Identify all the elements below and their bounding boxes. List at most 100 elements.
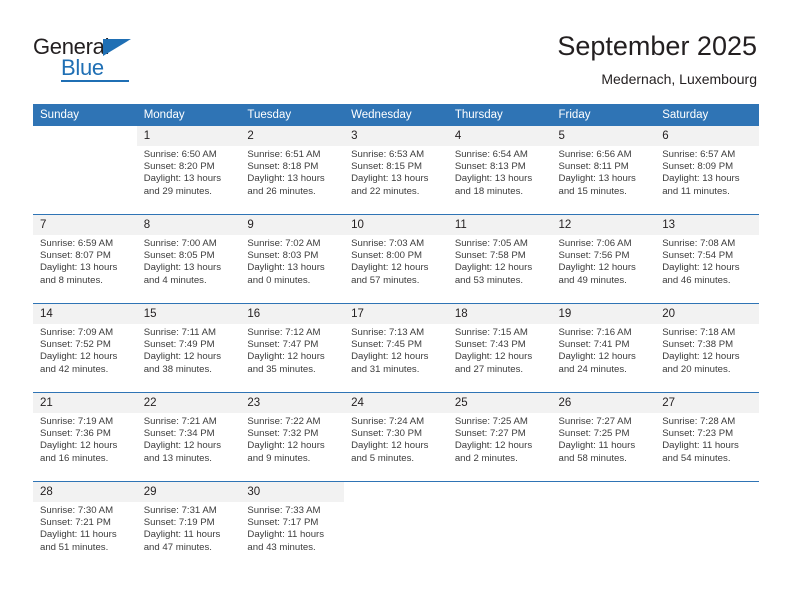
logo-underline	[61, 80, 129, 82]
day-number: 1	[136, 126, 241, 146]
day-number: 6	[655, 126, 759, 146]
sunset-time: Sunset: 7:27 PM	[454, 428, 526, 440]
calendar-day-cell-empty	[33, 126, 137, 214]
sunset-time: Sunset: 8:03 PM	[247, 250, 319, 262]
day-number: 12	[551, 215, 656, 235]
calendar-day-cell[interactable]: 15 Sunrise: 7:11 AM Sunset: 7:49 PM Dayligh…	[136, 304, 241, 392]
sunrise-time: Sunrise: 7:08 AM	[662, 238, 736, 249]
sunrise-time: Sunrise: 6:54 AM	[454, 149, 528, 160]
daylight-duration-line1: Daylight: 11 hours	[40, 529, 117, 541]
daylight-duration-line2: and 29 minutes.	[143, 185, 212, 197]
calendar-day-cell[interactable]: 16 Sunrise: 7:12 AM Sunset: 7:47 PM Dayligh…	[240, 304, 345, 392]
sunrise-time: Sunrise: 7:15 AM	[454, 327, 528, 338]
calendar-day-cell[interactable]: 12 Sunrise: 7:06 AM Sunset: 7:56 PM Dayligh…	[551, 215, 656, 303]
calendar-day-cell[interactable]: 5 Sunrise: 6:56 AM Sunset: 8:11 PM Daylight…	[551, 126, 656, 214]
calendar-day-cell[interactable]: 6 Sunrise: 6:57 AM Sunset: 8:09 PM Daylight…	[655, 126, 759, 214]
day-info: Sunrise: 7:15 AM Sunset: 7:43 PM Daylight:…	[448, 324, 552, 376]
calendar-day-cell[interactable]: 9 Sunrise: 7:02 AM Sunset: 8:03 PM Daylight…	[240, 215, 345, 303]
calendar-day-cell[interactable]: 13 Sunrise: 7:08 AM Sunset: 7:54 PM Dayligh…	[655, 215, 759, 303]
calendar-day-cell[interactable]: 25 Sunrise: 7:25 AM Sunset: 7:27 PM Dayligh…	[447, 393, 552, 481]
sunset-time: Sunset: 7:47 PM	[247, 339, 319, 351]
calendar-day-cell[interactable]: 30 Sunrise: 7:33 AM Sunset: 7:17 PM Dayligh…	[240, 482, 345, 570]
sunrise-time: Sunrise: 7:13 AM	[351, 327, 425, 338]
day-number: 18	[447, 304, 552, 324]
calendar-day-cell-empty	[655, 482, 759, 570]
calendar-day-cell[interactable]: 18 Sunrise: 7:15 AM Sunset: 7:43 PM Dayligh…	[447, 304, 552, 392]
calendar-day-cell[interactable]: 20 Sunrise: 7:18 AM Sunset: 7:38 PM Dayligh…	[655, 304, 759, 392]
day-info: Sunrise: 7:28 AM Sunset: 7:23 PM Daylight:…	[655, 413, 759, 465]
calendar-day-cell[interactable]: 3 Sunrise: 6:53 AM Sunset: 8:15 PM Daylight…	[344, 126, 448, 214]
calendar-day-cell[interactable]: 27 Sunrise: 7:28 AM Sunset: 7:23 PM Dayligh…	[655, 393, 759, 481]
calendar-day-cell[interactable]: 19 Sunrise: 7:16 AM Sunset: 7:41 PM Dayligh…	[551, 304, 656, 392]
sunset-time: Sunset: 7:34 PM	[143, 428, 215, 440]
day-info: Sunrise: 6:59 AM Sunset: 8:07 PM Daylight:…	[33, 235, 137, 287]
daylight-duration-line2: and 8 minutes.	[40, 274, 103, 286]
calendar-week-row: 28 Sunrise: 7:30 AM Sunset: 7:21 PM Dayligh…	[33, 481, 759, 570]
sunrise-time: Sunrise: 6:53 AM	[351, 149, 425, 160]
day-number: 26	[551, 393, 656, 413]
page-title: September 2025	[557, 31, 757, 61]
day-number: 9	[240, 215, 345, 235]
sunset-time: Sunset: 7:23 PM	[662, 428, 734, 440]
day-info: Sunrise: 7:03 AM Sunset: 8:00 PM Daylight:…	[344, 235, 448, 287]
day-number: 30	[240, 482, 345, 502]
day-number: 19	[551, 304, 656, 324]
calendar-day-cell[interactable]: 4 Sunrise: 6:54 AM Sunset: 8:13 PM Daylight…	[447, 126, 552, 214]
calendar-day-cell[interactable]: 21 Sunrise: 7:19 AM Sunset: 7:36 PM Dayligh…	[33, 393, 137, 481]
day-number: 2	[240, 126, 345, 146]
daylight-duration-line2: and 9 minutes.	[247, 452, 311, 464]
calendar-day-cell[interactable]: 29 Sunrise: 7:31 AM Sunset: 7:19 PM Dayligh…	[136, 482, 241, 570]
day-number: 8	[136, 215, 241, 235]
daylight-duration-line2: and 27 minutes.	[454, 363, 524, 375]
daylight-duration-line2: and 16 minutes.	[40, 452, 109, 464]
day-number	[551, 482, 656, 502]
daylight-duration-line1: Daylight: 12 hours	[143, 440, 222, 452]
calendar-day-cell[interactable]: 26 Sunrise: 7:27 AM Sunset: 7:25 PM Dayligh…	[551, 393, 656, 481]
logo-generalblue[interactable]: General Blue	[33, 36, 163, 84]
weekday-header-sunday: Sunday	[33, 104, 137, 126]
calendar-day-cell[interactable]: 7 Sunrise: 6:59 AM Sunset: 8:07 PM Daylight…	[33, 215, 137, 303]
calendar-day-cell[interactable]: 2 Sunrise: 6:51 AM Sunset: 8:18 PM Daylight…	[240, 126, 345, 214]
weekday-header-thursday: Thursday	[447, 104, 552, 126]
sunrise-time: Sunrise: 7:24 AM	[351, 416, 425, 427]
calendar-day-cell[interactable]: 10 Sunrise: 7:03 AM Sunset: 8:00 PM Dayligh…	[344, 215, 448, 303]
calendar-day-cell[interactable]: 28 Sunrise: 7:30 AM Sunset: 7:21 PM Dayligh…	[33, 482, 137, 570]
daylight-duration-line1: Daylight: 12 hours	[143, 351, 222, 363]
sunset-time: Sunset: 8:00 PM	[351, 250, 423, 262]
daylight-duration-line2: and 42 minutes.	[40, 363, 109, 375]
calendar-day-cell[interactable]: 24 Sunrise: 7:24 AM Sunset: 7:30 PM Dayligh…	[344, 393, 448, 481]
day-number: 27	[655, 393, 759, 413]
sunset-time: Sunset: 7:58 PM	[454, 250, 526, 262]
calendar-day-cell[interactable]: 1 Sunrise: 6:50 AM Sunset: 8:20 PM Daylight…	[136, 126, 241, 214]
daylight-duration-line1: Daylight: 12 hours	[40, 351, 118, 363]
weekday-header-saturday: Saturday	[655, 104, 759, 126]
calendar-day-cell[interactable]: 14 Sunrise: 7:09 AM Sunset: 7:52 PM Dayligh…	[33, 304, 137, 392]
day-number: 29	[136, 482, 241, 502]
day-info: Sunrise: 7:05 AM Sunset: 7:58 PM Daylight:…	[448, 235, 552, 287]
daylight-duration-line1: Daylight: 12 hours	[558, 351, 636, 363]
calendar-day-cell[interactable]: 8 Sunrise: 7:00 AM Sunset: 8:05 PM Daylight…	[136, 215, 241, 303]
page-header: General Blue September 2025 Medernach, L…	[0, 0, 792, 104]
daylight-duration-line2: and 13 minutes.	[143, 452, 212, 464]
daylight-duration-line1: Daylight: 13 hours	[40, 262, 118, 274]
sunrise-time: Sunrise: 7:19 AM	[40, 416, 114, 427]
daylight-duration-line1: Daylight: 13 hours	[558, 173, 636, 185]
day-number	[655, 482, 759, 502]
calendar-day-cell[interactable]: 23 Sunrise: 7:22 AM Sunset: 7:32 PM Dayligh…	[240, 393, 345, 481]
daylight-duration-line1: Daylight: 13 hours	[143, 262, 222, 274]
calendar-day-cell[interactable]: 11 Sunrise: 7:05 AM Sunset: 7:58 PM Dayligh…	[447, 215, 552, 303]
sunrise-time: Sunrise: 7:31 AM	[143, 505, 217, 516]
daylight-duration-line2: and 5 minutes.	[351, 452, 415, 464]
calendar-day-cell[interactable]: 22 Sunrise: 7:21 AM Sunset: 7:34 PM Dayligh…	[136, 393, 241, 481]
day-info: Sunrise: 7:27 AM Sunset: 7:25 PM Daylight:…	[552, 413, 656, 465]
day-number	[447, 482, 552, 502]
day-number: 17	[344, 304, 448, 324]
calendar-day-cell[interactable]: 17 Sunrise: 7:13 AM Sunset: 7:45 PM Dayligh…	[344, 304, 448, 392]
daylight-duration-line2: and 53 minutes.	[454, 274, 524, 286]
sunset-time: Sunset: 8:13 PM	[454, 161, 526, 173]
day-info: Sunrise: 6:51 AM Sunset: 8:18 PM Daylight:…	[240, 146, 344, 198]
daylight-duration-line2: and 22 minutes.	[351, 185, 420, 197]
day-info: Sunrise: 7:11 AM Sunset: 7:49 PM Daylight:…	[137, 324, 241, 376]
daylight-duration-line1: Daylight: 12 hours	[558, 262, 636, 274]
daylight-duration-line1: Daylight: 12 hours	[454, 440, 533, 452]
